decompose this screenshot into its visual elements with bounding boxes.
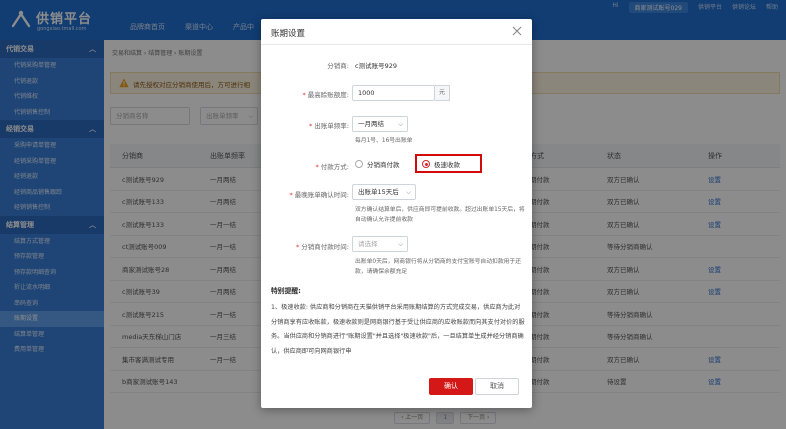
dialog-body: 分销商: c测试账号929 * 最高賒账额度: 1000 元 * 出账单频率: 一月…	[261, 46, 532, 376]
confirm-time-dropdown[interactable]: 出账单15天后 ⌵	[352, 184, 416, 200]
distributor-value: c测试账号929	[355, 62, 397, 70]
confirm-button[interactable]: 确认	[429, 378, 473, 395]
chevron-down-icon: ⌵	[406, 188, 411, 196]
annotation-highlight-box	[415, 154, 482, 173]
radio-circle-icon	[355, 160, 363, 168]
dialog-header: 账期设置	[261, 19, 532, 45]
dialog-footer: 确认 取消	[261, 376, 532, 408]
distributor-label: 分销商:	[327, 62, 349, 70]
close-icon[interactable]	[512, 26, 522, 36]
radio-distributor-pay[interactable]: 分销商付款	[355, 159, 400, 169]
period-settings-dialog: 账期设置 分销商: c测试账号929 * 最高賒账额度: 1000 元 * 出账单频…	[261, 19, 532, 408]
payment-method-label: * 付款方式:	[315, 163, 349, 171]
distributor-pay-time-label: * 分销商付款时间:	[296, 243, 349, 251]
currency-unit: 元	[435, 85, 450, 101]
confirm-time-hint: 双方确认结算单后，供应商即可提前收款。超过出账单15天后，将自动确认允许提前收款	[355, 207, 525, 223]
dialog-title: 账期设置	[271, 29, 306, 39]
cancel-button[interactable]: 取消	[475, 378, 519, 395]
distributor-pay-time-hint: 出账单0天后，网商银行将从分销商的支付宝账号自动扣款用于还款，请确保余额充足	[355, 259, 522, 275]
chevron-down-icon: ⌵	[398, 120, 403, 128]
frequency-dropdown[interactable]: 一月两结 ⌵	[352, 116, 408, 132]
max-amount-input[interactable]: 1000	[352, 85, 435, 101]
frequency-label: * 出账单频率:	[309, 122, 349, 130]
chevron-down-icon: ⌵	[398, 240, 403, 248]
notice-text: 1、极速收款: 供应商和分销商在天猫供销平台采用账期结算的方式完成交易，供应商为…	[271, 304, 525, 355]
frequency-hint: 每月1号、16号出账单	[355, 138, 413, 144]
max-amount-label: * 最高賒账额度:	[302, 91, 349, 99]
distributor-pay-time-dropdown[interactable]: 请选择 ⌵	[352, 236, 408, 252]
confirm-time-label: * 最晚账单确认时间:	[289, 191, 349, 199]
notice-title: 特别提醒:	[271, 287, 301, 295]
